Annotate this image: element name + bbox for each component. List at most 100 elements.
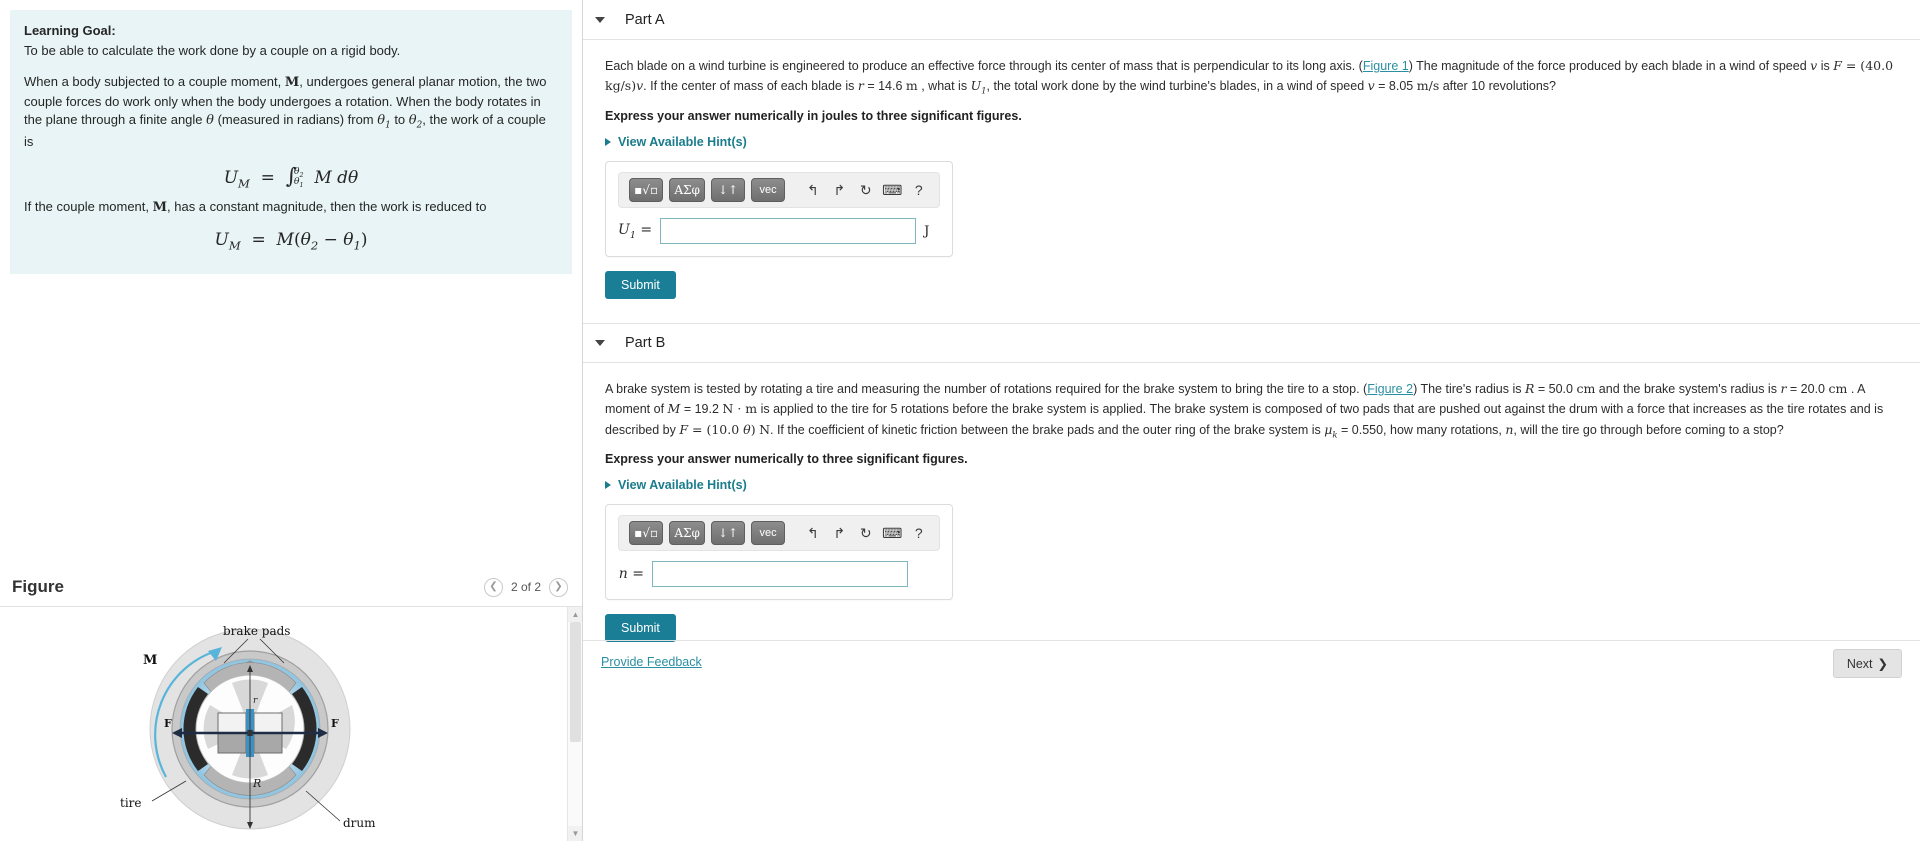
part-b-body: A brake system is tested by rotating a t… bbox=[583, 363, 1920, 652]
part-a-answer-unit: J bbox=[924, 223, 930, 239]
part-a-hints-toggle[interactable]: View Available Hint(s) bbox=[605, 135, 1898, 149]
arrows-button[interactable]: ↓↑ bbox=[711, 178, 746, 203]
pa-seg-16: after 10 revolutions? bbox=[1439, 79, 1556, 94]
formula-work-integral: UM = ∫ θ2 θ1 M dθ bbox=[223, 163, 359, 191]
formula-work-constant: UM = M(θ2 − θ1) bbox=[214, 230, 368, 253]
pa-seg-14: = 8.05 bbox=[1374, 79, 1417, 94]
help-icon[interactable]: ? bbox=[909, 179, 929, 201]
redo-icon[interactable]: ↱ bbox=[829, 179, 849, 201]
keyboard-icon[interactable]: ⌨ bbox=[882, 179, 902, 201]
pb-seg-5: = 20.0 bbox=[1786, 382, 1829, 397]
learning-goal-panel: Learning Goal: To be able to calculate t… bbox=[10, 10, 572, 275]
part-b-header[interactable]: Part B bbox=[583, 323, 1920, 364]
part-a-answer-input[interactable] bbox=[660, 218, 917, 245]
chevron-right-icon: ❯ bbox=[554, 581, 563, 592]
next-button[interactable]: Next ❯ bbox=[1832, 649, 1902, 678]
pb-var-muk: μk bbox=[1324, 421, 1338, 441]
part-b-problem-text: A brake system is tested by rotating a t… bbox=[605, 379, 1898, 442]
theta1-symbol: θ1 bbox=[377, 113, 391, 131]
provide-feedback-link[interactable]: Provide Feedback bbox=[601, 655, 702, 669]
figure-pager: ❮ 2 of 2 ❯ bbox=[483, 577, 568, 597]
part-b-answer-row: n = bbox=[618, 561, 940, 588]
learning-goal-paragraph-2: If the couple moment, M, has a constant … bbox=[24, 198, 558, 218]
part-a-body: Each blade on a wind turbine is engineer… bbox=[583, 40, 1920, 309]
template-button[interactable]: ▪√▫ bbox=[629, 521, 664, 546]
chevron-left-icon: ❮ bbox=[489, 581, 498, 592]
next-button-label: Next bbox=[1846, 656, 1873, 671]
moment-symbol-2: M bbox=[152, 200, 168, 216]
label-radius-inner: r bbox=[253, 696, 258, 706]
caret-down-icon[interactable] bbox=[595, 16, 605, 23]
scroll-thumb[interactable] bbox=[570, 622, 581, 742]
scroll-up-icon[interactable]: ▲ bbox=[568, 607, 582, 622]
label-drum: drum bbox=[343, 816, 376, 830]
page-root: Learning Goal: To be able to calculate t… bbox=[0, 0, 1920, 841]
pa-seg-4: is bbox=[1817, 59, 1834, 73]
template-button[interactable]: ▪√▫ bbox=[629, 178, 664, 203]
figure-body: F F r R M brake pads tire drum ▲ ▼ bbox=[0, 606, 582, 841]
pa-seg-0: Each blade on a wind turbine is engineer… bbox=[605, 59, 1363, 73]
pb-unit-cm2: cm bbox=[1828, 381, 1848, 397]
label-radius-outer: R bbox=[252, 777, 261, 790]
right-panel: Part A Each blade on a wind turbine is e… bbox=[583, 0, 1920, 841]
redo-icon[interactable]: ↱ bbox=[829, 522, 849, 544]
arrows-button[interactable]: ↓↑ bbox=[711, 521, 746, 546]
pa-seg-10: , what is bbox=[917, 79, 971, 94]
part-a-header[interactable]: Part A bbox=[583, 0, 1920, 40]
help-icon[interactable]: ? bbox=[909, 522, 929, 544]
greek-symbols-button[interactable]: ΑΣφ bbox=[669, 521, 706, 546]
part-b-answer-input[interactable] bbox=[652, 561, 908, 588]
part-b-hints-label: View Available Hint(s) bbox=[618, 478, 747, 493]
pb-seg-4: and the brake system's radius is bbox=[1595, 382, 1781, 397]
left-panel: Learning Goal: To be able to calculate t… bbox=[0, 0, 583, 841]
figure-next-button[interactable]: ❯ bbox=[549, 577, 568, 597]
greek-symbols-button[interactable]: ΑΣφ bbox=[669, 178, 706, 203]
figure-scrollbar[interactable]: ▲ ▼ bbox=[567, 607, 582, 841]
pa-unit-m: m bbox=[905, 78, 918, 94]
vector-button[interactable]: vec bbox=[751, 521, 786, 546]
pa-unit-ms: m/s bbox=[1416, 78, 1440, 94]
pa-seg-2: ) The magnitude of the force produced by… bbox=[1408, 59, 1811, 73]
scroll-down-icon[interactable]: ▼ bbox=[568, 826, 582, 841]
theta-symbol: θ bbox=[206, 113, 214, 129]
part-b-submit-button[interactable]: Submit bbox=[605, 614, 676, 643]
lg-p1-seg-d: to bbox=[390, 112, 409, 128]
reset-icon[interactable]: ↻ bbox=[856, 179, 876, 201]
lg-p2-seg-a: If the couple moment, bbox=[24, 199, 153, 215]
figure-1-link[interactable]: Figure 1 bbox=[1363, 59, 1409, 73]
part-a-hints-label: View Available Hint(s) bbox=[618, 135, 747, 150]
pa-var-U1: U1 bbox=[970, 78, 987, 97]
learning-goal-paragraph-1: When a body subjected to a couple moment… bbox=[24, 73, 558, 152]
reset-icon[interactable]: ↻ bbox=[856, 522, 876, 544]
moment-symbol: M bbox=[284, 74, 300, 90]
part-a-submit-button[interactable]: Submit bbox=[605, 271, 676, 300]
figure-2-link[interactable]: Figure 2 bbox=[1367, 382, 1413, 396]
caret-down-icon[interactable] bbox=[595, 340, 605, 347]
pb-seg-9: . If the coefficient of kinetic friction… bbox=[770, 422, 1325, 437]
undo-icon[interactable]: ↰ bbox=[803, 522, 823, 544]
pb-seg-11: , will the tire go through before coming… bbox=[1513, 422, 1784, 437]
theta2-symbol: θ2 bbox=[408, 113, 423, 131]
keyboard-icon[interactable]: ⌨ bbox=[882, 522, 902, 544]
figure-title: Figure bbox=[12, 577, 64, 596]
lg-p1-seg-a: When a body subjected to a couple moment… bbox=[24, 73, 285, 89]
label-force-left: F bbox=[164, 717, 172, 730]
part-a-instruction: Express your answer numerically in joule… bbox=[605, 109, 1022, 124]
chevron-right-icon: ❯ bbox=[1877, 657, 1888, 671]
undo-icon[interactable]: ↰ bbox=[803, 179, 823, 201]
label-tire: tire bbox=[120, 796, 142, 810]
part-b-math-toolbar: ▪√▫ ΑΣφ ↓↑ vec ↰ ↱ ↻ ⌨ ? bbox=[618, 515, 940, 552]
pb-unit-N: N bbox=[759, 421, 770, 437]
learning-goal-subtitle: To be able to calculate the work done by… bbox=[24, 42, 401, 58]
pb-eq-force: F = (10.0 θ) bbox=[679, 421, 756, 437]
figure-panel: Figure ❮ 2 of 2 ❯ F F r R M brake pads t… bbox=[0, 568, 582, 841]
lg-p1-seg-c: (measured in radians) from bbox=[213, 112, 378, 128]
part-b-answer-label: n = bbox=[618, 566, 644, 583]
pb-unit-cm1: cm bbox=[1576, 381, 1596, 397]
part-a-math-toolbar: ▪√▫ ΑΣφ ↓↑ vec ↰ ↱ ↻ ⌨ ? bbox=[618, 172, 940, 209]
figure-prev-button[interactable]: ❮ bbox=[483, 577, 503, 597]
caret-right-icon bbox=[605, 481, 611, 490]
vector-button[interactable]: vec bbox=[751, 178, 786, 203]
part-b-label: Part B bbox=[625, 335, 666, 352]
part-b-hints-toggle[interactable]: View Available Hint(s) bbox=[605, 478, 1898, 492]
